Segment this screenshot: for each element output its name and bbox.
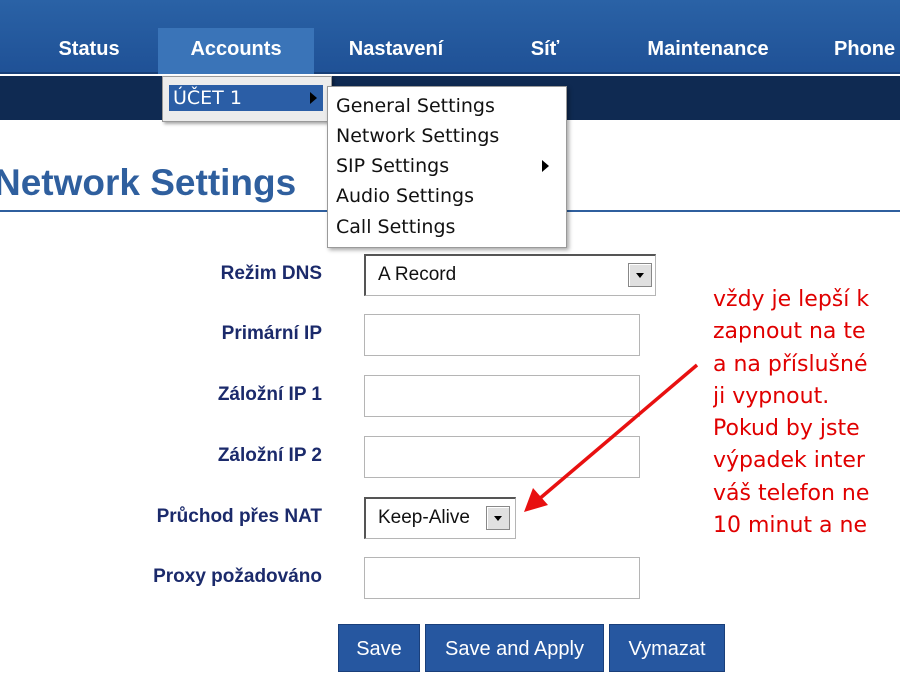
menu-item-call-settings[interactable]: Call Settings <box>336 213 561 241</box>
menu-item-audio-settings[interactable]: Audio Settings <box>336 182 561 210</box>
submenu-arrow-icon <box>310 92 317 104</box>
menu-item-sip-settings[interactable]: SIP Settings <box>336 152 561 180</box>
account-submenu: General Settings Network Settings SIP Se… <box>327 86 567 248</box>
menu-item-ucet-1[interactable]: ÚČET 1 <box>169 85 323 111</box>
submenu-arrow-icon <box>542 160 549 172</box>
menu-item-general-settings[interactable]: General Settings <box>336 92 561 120</box>
accounts-dropdown: ÚČET 1 <box>162 76 332 122</box>
menu-item-network-settings[interactable]: Network Settings <box>336 122 561 150</box>
arrow-shaft <box>536 363 699 502</box>
arrow-head <box>524 488 548 512</box>
